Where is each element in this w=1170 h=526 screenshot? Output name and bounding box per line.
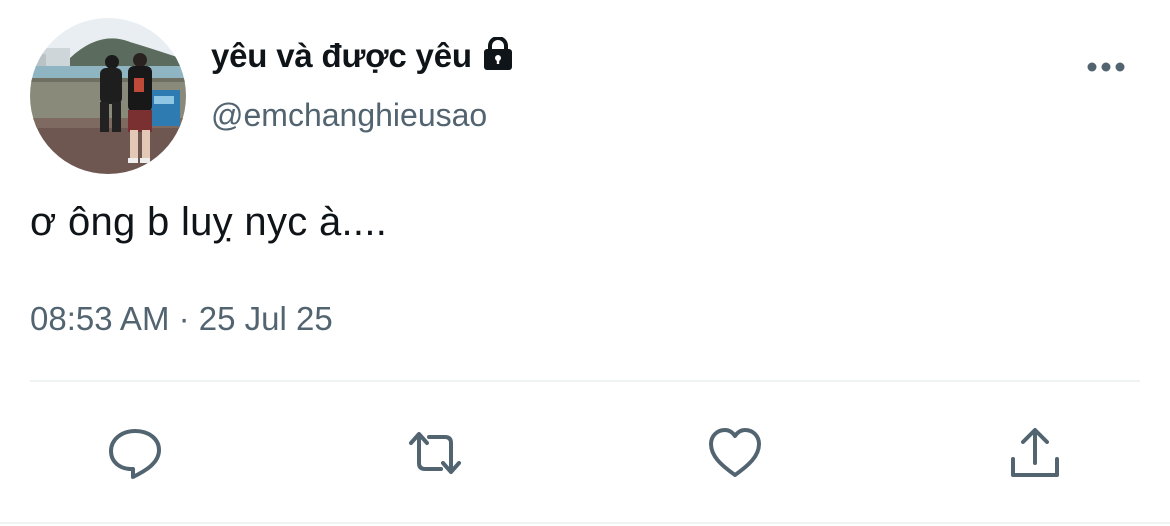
reply-icon	[109, 429, 161, 479]
tweet-date[interactable]: 25 Jul 25	[199, 300, 333, 337]
display-name-row: yêu và được yêu	[211, 32, 515, 80]
share-icon	[1011, 428, 1059, 477]
tweet: yêu và được yêu @emchanghieusao ơ ông b …	[0, 0, 1170, 526]
retweet-icon	[409, 432, 461, 474]
like-button[interactable]	[702, 420, 768, 486]
reply-button[interactable]	[102, 420, 168, 486]
tweet-time[interactable]: 08:53 AM	[30, 300, 169, 337]
heart-icon	[709, 428, 761, 477]
divider	[30, 380, 1140, 382]
display-name[interactable]: yêu và được yêu	[211, 37, 472, 75]
bottom-divider	[0, 522, 1170, 524]
avatar-photo	[30, 18, 186, 174]
timestamp-separator: ·	[169, 300, 199, 337]
retweet-button[interactable]	[402, 420, 468, 486]
share-button[interactable]	[1002, 420, 1068, 486]
avatar[interactable]	[30, 18, 186, 174]
more-horizontal-icon[interactable]	[1084, 52, 1128, 82]
timestamp: 08:53 AM · 25 Jul 25	[30, 300, 333, 338]
user-handle[interactable]: @emchanghieusao	[211, 97, 487, 134]
lock-icon	[481, 36, 515, 71]
tweet-text: ơ ông b luỵ nyc à....	[30, 200, 388, 244]
